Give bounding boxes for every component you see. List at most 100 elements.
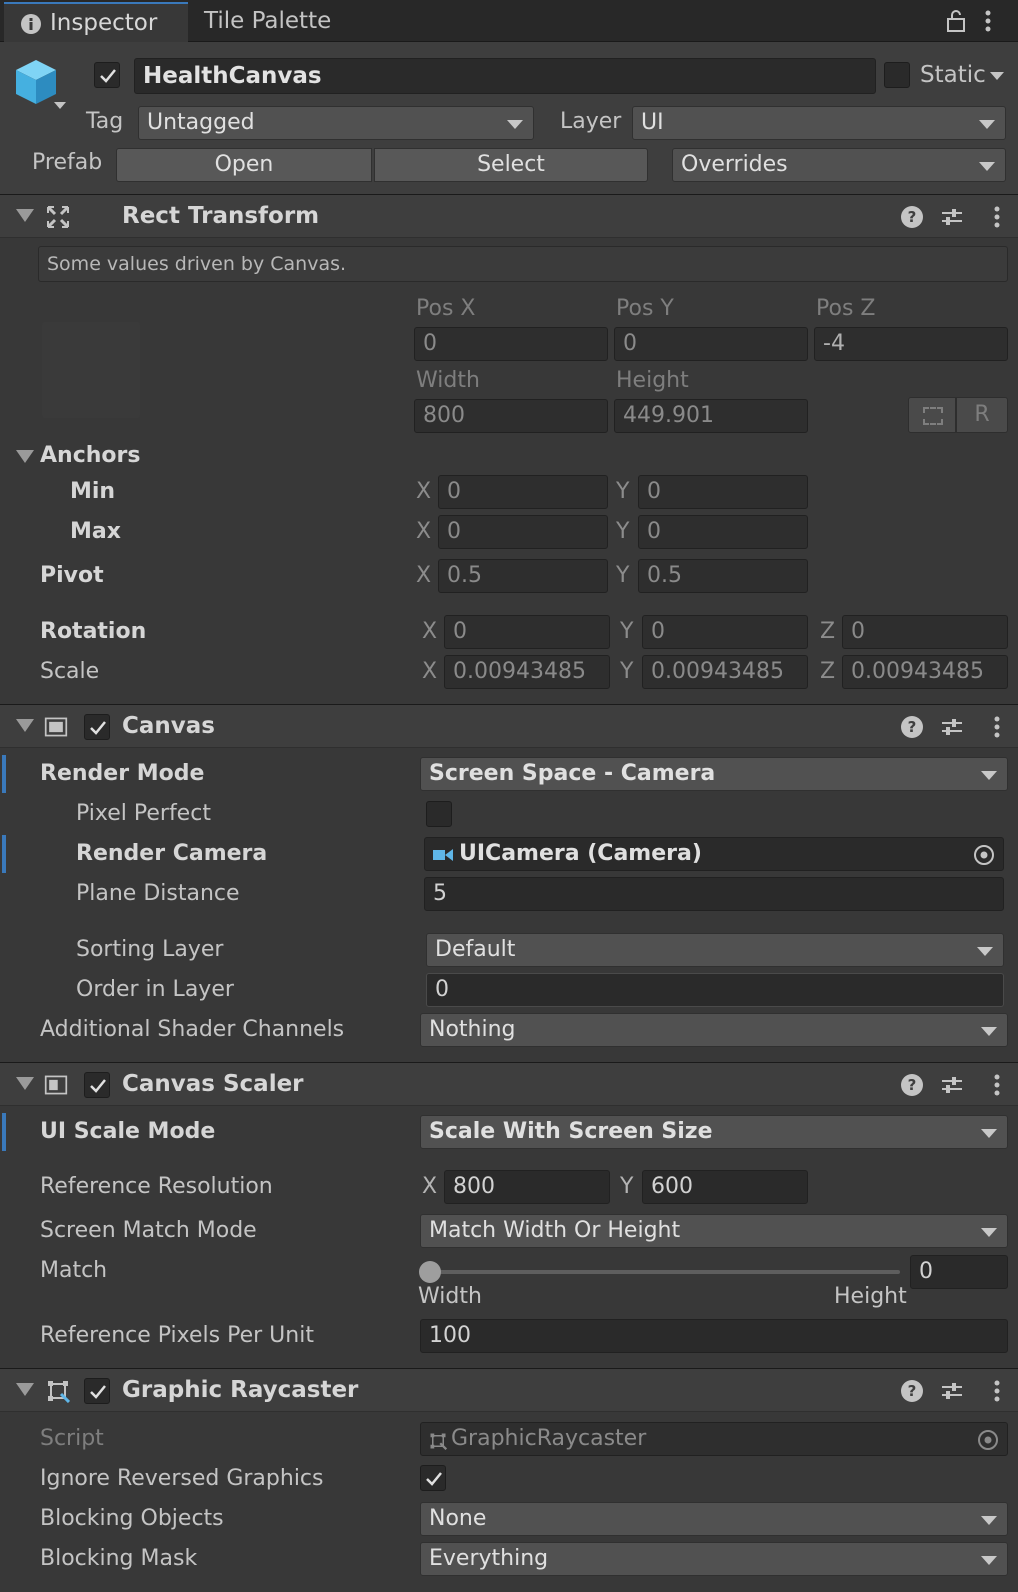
pos-z-field[interactable]: -4 [814, 327, 1008, 361]
script-raycaster-icon [430, 1433, 447, 1450]
foldout-arrow-icon[interactable] [16, 1383, 34, 1396]
anchors-max-x-field[interactable]: 0 [438, 515, 608, 549]
ui-scale-mode-dropdown[interactable]: Scale With Screen Size [420, 1115, 1008, 1149]
object-name-field[interactable]: HealthCanvas [134, 58, 876, 94]
object-picker-icon[interactable] [973, 844, 995, 866]
preset-sliders-icon[interactable] [940, 1379, 964, 1403]
tab-inspector[interactable]: Inspector [4, 2, 188, 42]
scale-x-field[interactable]: 0.00943485 [444, 655, 610, 689]
blocking-mask-value: Everything [429, 1546, 549, 1571]
scale-z-field[interactable]: 0.00943485 [842, 655, 1008, 689]
tag-value: Untagged [147, 110, 255, 135]
prefab-select-button[interactable]: Select [374, 148, 648, 182]
gameobject-cube-icon[interactable] [14, 58, 58, 106]
preset-sliders-icon[interactable] [940, 715, 964, 739]
anchors-foldout-arrow[interactable] [16, 450, 34, 463]
layer-label: Layer [560, 109, 622, 134]
prefab-overrides-dropdown[interactable]: Overrides [672, 148, 1006, 182]
lock-icon[interactable] [946, 9, 966, 33]
anchors-max-y-field[interactable]: 0 [638, 515, 808, 549]
anchor-preset-button[interactable] [42, 322, 140, 418]
kebab-menu-icon[interactable] [985, 205, 1009, 229]
rect-transform-header[interactable]: Rect Transform ? [0, 194, 1018, 238]
canvas-enabled-toggle[interactable] [84, 714, 110, 740]
canvas-header[interactable]: Canvas ? [0, 704, 1018, 748]
plane-distance-field[interactable]: 5 [424, 877, 1004, 911]
anchors-min-y-field[interactable]: 0 [638, 475, 808, 509]
anchors-label[interactable]: Anchors [40, 441, 140, 471]
height-field[interactable]: 449.901 [614, 399, 808, 433]
match-slider-track[interactable] [428, 1270, 900, 1274]
tag-dropdown[interactable]: Untagged [138, 106, 534, 140]
foldout-arrow-icon[interactable] [16, 719, 34, 732]
blueprint-mode-button[interactable] [908, 397, 956, 433]
scale-y-field[interactable]: 0.00943485 [642, 655, 808, 689]
width-field[interactable]: 800 [414, 399, 608, 433]
render-camera-field[interactable]: UICamera (Camera) [424, 837, 1004, 871]
preset-sliders-icon[interactable] [940, 205, 964, 229]
help-icon[interactable]: ? [900, 1379, 924, 1403]
render-mode-dropdown[interactable]: Screen Space - Camera [420, 757, 1008, 791]
raw-edit-label: R [974, 402, 990, 427]
match-slider-thumb[interactable] [419, 1261, 441, 1283]
rect-transform-title: Rect Transform [122, 203, 320, 229]
anchors-max-x-axis: X [416, 519, 432, 544]
preset-sliders-icon[interactable] [940, 1073, 964, 1097]
shader-channels-label: Additional Shader Channels [40, 1017, 345, 1042]
order-in-layer-field[interactable]: 0 [426, 973, 1004, 1007]
static-dropdown-arrow[interactable] [990, 72, 1004, 80]
screen-match-mode-dropdown[interactable]: Match Width Or Height [420, 1214, 1008, 1248]
kebab-menu-icon[interactable] [985, 1379, 1009, 1403]
ignore-reversed-label: Ignore Reversed Graphics [40, 1466, 324, 1491]
active-toggle[interactable] [94, 62, 120, 88]
rotation-y-field[interactable]: 0 [642, 615, 808, 649]
kebab-menu-icon[interactable] [985, 715, 1009, 739]
help-icon[interactable]: ? [900, 715, 924, 739]
pos-z-value: -4 [823, 331, 845, 356]
match-value-field[interactable]: 0 [910, 1255, 1008, 1289]
help-icon[interactable]: ? [900, 205, 924, 229]
blocking-objects-dropdown[interactable]: None [420, 1502, 1008, 1536]
raw-edit-button[interactable]: R [956, 397, 1008, 433]
ignore-reversed-checkbox[interactable] [420, 1465, 446, 1491]
foldout-arrow-icon[interactable] [16, 1077, 34, 1090]
kebab-menu-icon[interactable] [985, 1073, 1009, 1097]
blocking-mask-dropdown[interactable]: Everything [420, 1542, 1008, 1576]
foldout-arrow-icon[interactable] [16, 209, 34, 222]
tab-tile-palette[interactable]: Tile Palette [190, 2, 370, 42]
graphic-raycaster-header[interactable]: Graphic Raycaster ? [0, 1368, 1018, 1412]
layer-dropdown[interactable]: UI [632, 106, 1006, 140]
chevron-down-icon [979, 162, 995, 171]
render-mode-value: Screen Space - Camera [429, 761, 716, 786]
reference-resolution-y-field[interactable]: 600 [642, 1170, 808, 1204]
canvas-scaler-title: Canvas Scaler [122, 1071, 304, 1097]
help-icon[interactable]: ? [900, 1073, 924, 1097]
static-toggle[interactable] [884, 62, 910, 88]
icon-dropdown-arrow[interactable] [54, 102, 66, 109]
pivot-y-field[interactable]: 0.5 [638, 559, 808, 593]
render-mode-label: Render Mode [40, 761, 205, 786]
pos-y-field[interactable]: 0 [614, 327, 808, 361]
tab-bar: Inspector Tile Palette [0, 0, 1018, 42]
reference-resolution-x-field[interactable]: 800 [444, 1170, 610, 1204]
pixel-perfect-checkbox[interactable] [426, 801, 452, 827]
rotation-x-axis: X [422, 619, 438, 644]
pos-x-field[interactable]: 0 [414, 327, 608, 361]
shader-channels-dropdown[interactable]: Nothing [420, 1013, 1008, 1047]
width-label: Width [416, 368, 480, 393]
gameobject-header: HealthCanvas Static Tag Untagged Layer U… [0, 42, 1018, 194]
static-label[interactable]: Static [920, 60, 986, 90]
anchors-min-x-field[interactable]: 0 [438, 475, 608, 509]
pos-y-label: Pos Y [616, 296, 674, 321]
reference-resolution-label: Reference Resolution [40, 1174, 273, 1199]
graphic-raycaster-enabled-toggle[interactable] [84, 1378, 110, 1404]
rotation-x-field[interactable]: 0 [444, 615, 610, 649]
sorting-layer-dropdown[interactable]: Default [426, 933, 1004, 967]
kebab-menu-icon[interactable] [984, 9, 992, 33]
prefab-open-button[interactable]: Open [116, 148, 372, 182]
pivot-x-field[interactable]: 0.5 [438, 559, 608, 593]
canvas-scaler-header[interactable]: Canvas Scaler ? [0, 1062, 1018, 1106]
canvas-scaler-enabled-toggle[interactable] [84, 1072, 110, 1098]
reference-ppu-field[interactable]: 100 [420, 1319, 1008, 1353]
rotation-z-field[interactable]: 0 [842, 615, 1008, 649]
